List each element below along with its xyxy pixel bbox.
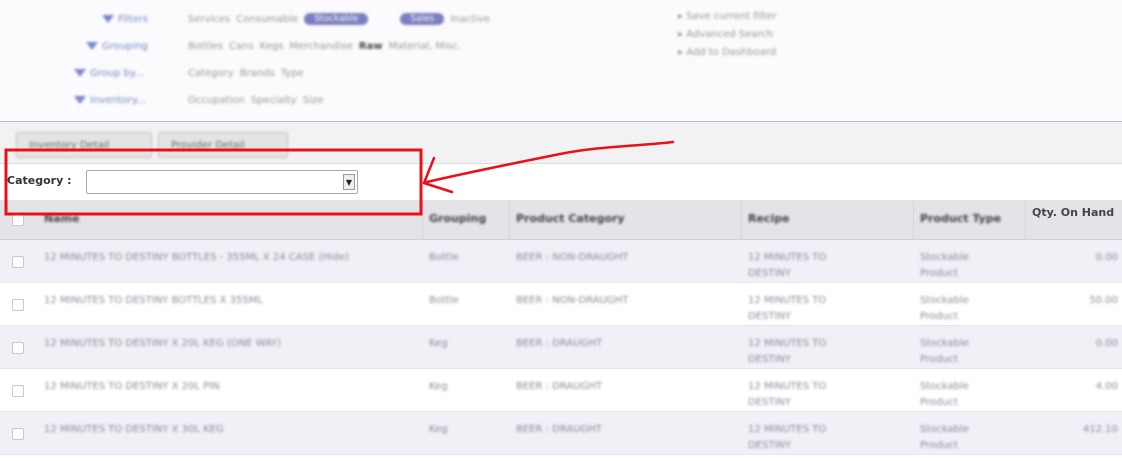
cell-product-type: Stockable Product: [920, 295, 969, 322]
filter-item[interactable]: Material, Misc.: [389, 41, 461, 52]
add-to-dashboard-link[interactable]: Add to Dashboard: [678, 44, 776, 62]
cell-qty-on-hand: 4.00: [1095, 381, 1118, 392]
dropdown-arrow-icon[interactable]: ▼: [343, 174, 355, 190]
column-header-product-category[interactable]: Product Category: [516, 212, 625, 225]
filter-item[interactable]: Brands: [240, 68, 275, 79]
funnel-icon: [102, 15, 114, 23]
category-select[interactable]: ▼: [86, 170, 358, 194]
filter-row-group-by[interactable]: Group by...: [74, 65, 144, 81]
cell-name: 12 MINUTES TO DESTINY BOTTLES X 355ML: [44, 295, 263, 306]
cell-product-category: BEER : DRAUGHT: [516, 338, 602, 349]
cell-name: 12 MINUTES TO DESTINY X 20L KEG (ONE WAY…: [44, 338, 282, 349]
cell-recipe: 12 MINUTES TO DESTINY: [748, 252, 827, 279]
save-filter-link[interactable]: Save current filter: [678, 8, 776, 26]
table-row[interactable]: 12 MINUTES TO DESTINY BOTTLES - 355ML X …: [0, 240, 1122, 283]
filter-item[interactable]: Occupation: [188, 95, 245, 106]
filter-item[interactable]: Category: [188, 68, 234, 79]
filter-item[interactable]: Raw: [359, 41, 383, 52]
products-table: Name Grouping Product Category Recipe Pr…: [0, 200, 1122, 455]
cell-product-type: Stockable Product: [920, 381, 969, 408]
filter-item[interactable]: Consumable: [236, 14, 298, 25]
cell-product-category: BEER : DRAUGHT: [516, 424, 602, 435]
column-header-product-type[interactable]: Product Type: [920, 212, 1001, 225]
filter-item[interactable]: Merchandise: [289, 41, 352, 52]
column-header-recipe[interactable]: Recipe: [748, 212, 790, 225]
table-header: Name Grouping Product Category Recipe Pr…: [0, 200, 1122, 240]
column-divider: [913, 200, 914, 240]
funnel-icon: [74, 69, 86, 77]
inventory-detail-button[interactable]: Inventory Detail: [16, 132, 152, 158]
cell-grouping: Bottle: [429, 252, 459, 263]
filter-items: Services Consumable Stockable Sales Inac…: [188, 11, 490, 27]
table-row[interactable]: 12 MINUTES TO DESTINY X 30L KEG Keg BEER :…: [0, 412, 1122, 455]
filter-items: Category Brands Type: [188, 65, 304, 81]
provider-detail-button[interactable]: Provider Detail: [158, 132, 288, 158]
action-bar: Inventory Detail Provider Detail: [0, 122, 1122, 164]
filter-item[interactable]: Services: [188, 14, 230, 25]
select-all-checkbox[interactable]: [12, 214, 24, 226]
cell-product-type: Stockable Product: [920, 252, 969, 279]
row-checkbox[interactable]: [12, 256, 24, 268]
cell-product-category: BEER : NON-DRAUGHT: [516, 252, 629, 263]
cell-product-category: BEER : DRAUGHT: [516, 381, 602, 392]
cell-qty-on-hand: 412.10: [1083, 424, 1118, 435]
cell-recipe: 12 MINUTES TO DESTINY: [748, 338, 827, 365]
cell-name: 12 MINUTES TO DESTINY X 20L PIN: [44, 381, 220, 392]
column-divider: [741, 200, 742, 240]
filter-item[interactable]: Size: [303, 95, 324, 106]
cell-grouping: Keg: [429, 424, 448, 435]
cell-qty-on-hand: 0.00: [1095, 338, 1118, 349]
column-header-name[interactable]: Name: [44, 212, 80, 225]
filter-label[interactable]: Filters: [102, 14, 148, 25]
column-divider: [422, 200, 423, 240]
filter-item[interactable]: Bottles: [188, 41, 223, 52]
cell-product-type: Stockable Product: [920, 424, 969, 451]
filter-item[interactable]: Kegs: [260, 41, 284, 52]
row-checkbox[interactable]: [12, 299, 24, 311]
table-row[interactable]: 12 MINUTES TO DESTINY X 20L KEG (ONE WAY…: [0, 326, 1122, 369]
category-filter-row: Category : ▼: [0, 164, 1122, 200]
search-filter-panel: Filters Services Consumable Stockable Sa…: [0, 0, 1122, 122]
filter-item[interactable]: Cans: [229, 41, 254, 52]
filter-item[interactable]: Specialty: [251, 95, 297, 106]
funnel-icon: [86, 42, 98, 50]
cell-qty-on-hand: 50.00: [1089, 295, 1118, 306]
funnel-icon: [74, 96, 86, 104]
column-divider: [1025, 200, 1026, 240]
filter-items: Occupation Specialty Size: [188, 92, 323, 108]
category-label: Category :: [7, 174, 72, 187]
cell-grouping: Bottle: [429, 295, 459, 306]
row-checkbox[interactable]: [12, 428, 24, 440]
filter-items: Bottles Cans Kegs Merchandise Raw Materi…: [188, 38, 461, 54]
cell-name: 12 MINUTES TO DESTINY X 30L KEG: [44, 424, 224, 435]
cell-qty-on-hand: 0.00: [1095, 252, 1118, 263]
cell-recipe: 12 MINUTES TO DESTINY: [748, 424, 827, 451]
filter-row-grouping[interactable]: Grouping: [86, 38, 148, 54]
filter-row-filters[interactable]: Filters: [102, 11, 148, 27]
filter-row-inventory[interactable]: Inventory...: [74, 92, 146, 108]
column-header-grouping[interactable]: Grouping: [429, 212, 486, 225]
filter-item[interactable]: Type: [281, 68, 304, 79]
column-header-qty-on-hand[interactable]: Qty. On Hand: [1032, 206, 1114, 219]
advanced-search-link[interactable]: Advanced Search: [678, 26, 776, 44]
cell-grouping: Keg: [429, 381, 448, 392]
cell-product-type: Stockable Product: [920, 338, 969, 365]
row-checkbox[interactable]: [12, 385, 24, 397]
filter-item[interactable]: Inactive: [450, 14, 490, 25]
cell-grouping: Keg: [429, 338, 448, 349]
filter-pill-active[interactable]: Stockable: [304, 13, 369, 25]
column-divider: [509, 200, 510, 240]
cell-product-category: BEER : NON-DRAUGHT: [516, 295, 629, 306]
cell-recipe: 12 MINUTES TO DESTINY: [748, 381, 827, 408]
row-checkbox[interactable]: [12, 342, 24, 354]
filter-pill-active[interactable]: Sales: [400, 13, 445, 25]
table-row[interactable]: 12 MINUTES TO DESTINY BOTTLES X 355ML Bot…: [0, 283, 1122, 326]
cell-recipe: 12 MINUTES TO DESTINY: [748, 295, 827, 322]
search-options-menu: Save current filter Advanced Search Add …: [678, 8, 776, 62]
cell-name: 12 MINUTES TO DESTINY BOTTLES - 355ML X …: [44, 252, 350, 263]
table-row[interactable]: 12 MINUTES TO DESTINY X 20L PIN Keg BEER :…: [0, 369, 1122, 412]
